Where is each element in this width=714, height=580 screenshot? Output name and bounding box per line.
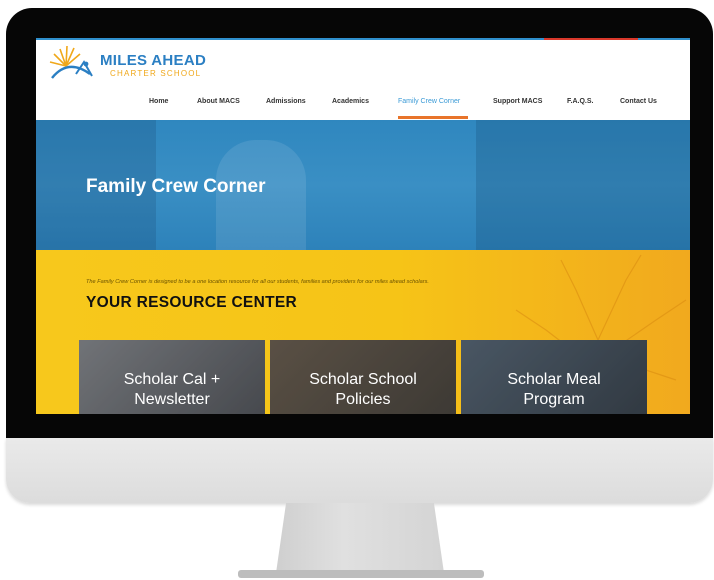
hero-background-shape bbox=[476, 120, 690, 250]
section-title: YOUR RESOURCE CENTER bbox=[86, 294, 297, 311]
nav-family-crew-corner[interactable]: Family Crew Corner bbox=[398, 98, 460, 105]
logo-title[interactable]: MILES AHEAD bbox=[100, 52, 206, 69]
nav-support-macs[interactable]: Support MACS bbox=[493, 98, 542, 105]
card-title: Scholar Meal Program bbox=[461, 370, 647, 410]
card-title-line1: Scholar Meal bbox=[507, 371, 601, 388]
monitor-stand-base bbox=[238, 570, 484, 578]
nav-about-macs[interactable]: About MACS bbox=[197, 98, 240, 105]
nav-academics[interactable]: Academics bbox=[332, 98, 369, 105]
card-title-line1: Scholar Cal + bbox=[123, 371, 221, 388]
card-title: Scholar School Policies bbox=[270, 370, 456, 410]
card-scholar-school-policies[interactable]: Scholar School Policies bbox=[270, 340, 456, 414]
resource-section: The Family Crew Corner is designed to be… bbox=[36, 250, 690, 414]
card-scholar-meal-program[interactable]: Scholar Meal Program bbox=[461, 340, 647, 414]
monitor-stand-neck bbox=[276, 503, 444, 573]
card-title-line2: Newsletter bbox=[134, 391, 210, 408]
nav-admissions[interactable]: Admissions bbox=[266, 98, 306, 105]
monitor-chin bbox=[6, 438, 713, 503]
site-header: MILES AHEAD CHARTER SCHOOL Home About MA… bbox=[36, 40, 690, 120]
nav-faqs[interactable]: F.A.Q.S. bbox=[567, 98, 593, 105]
card-title-line1: Scholar School bbox=[309, 371, 417, 388]
main-nav: Home About MACS Admissions Academics Fam… bbox=[36, 98, 690, 118]
card-title-line2: Policies bbox=[335, 391, 391, 408]
monitor: MILES AHEAD CHARTER SCHOOL Home About MA… bbox=[6, 8, 713, 503]
page-title: Family Crew Corner bbox=[86, 176, 266, 197]
nav-contact-us[interactable]: Contact Us bbox=[620, 98, 657, 105]
hero-banner: Family Crew Corner bbox=[36, 120, 690, 250]
card-title: Scholar Cal + Newsletter bbox=[79, 370, 265, 410]
intro-text: The Family Crew Corner is designed to be… bbox=[86, 279, 429, 285]
logo-subtitle: CHARTER SCHOOL bbox=[110, 69, 202, 78]
card-scholar-cal-newsletter[interactable]: Scholar Cal + Newsletter bbox=[79, 340, 265, 414]
screen: MILES AHEAD CHARTER SCHOOL Home About MA… bbox=[36, 38, 690, 414]
active-nav-underline bbox=[398, 116, 468, 119]
nav-home[interactable]: Home bbox=[149, 98, 168, 105]
logo-sun-icon[interactable] bbox=[46, 44, 98, 80]
card-title-line2: Program bbox=[523, 391, 585, 408]
